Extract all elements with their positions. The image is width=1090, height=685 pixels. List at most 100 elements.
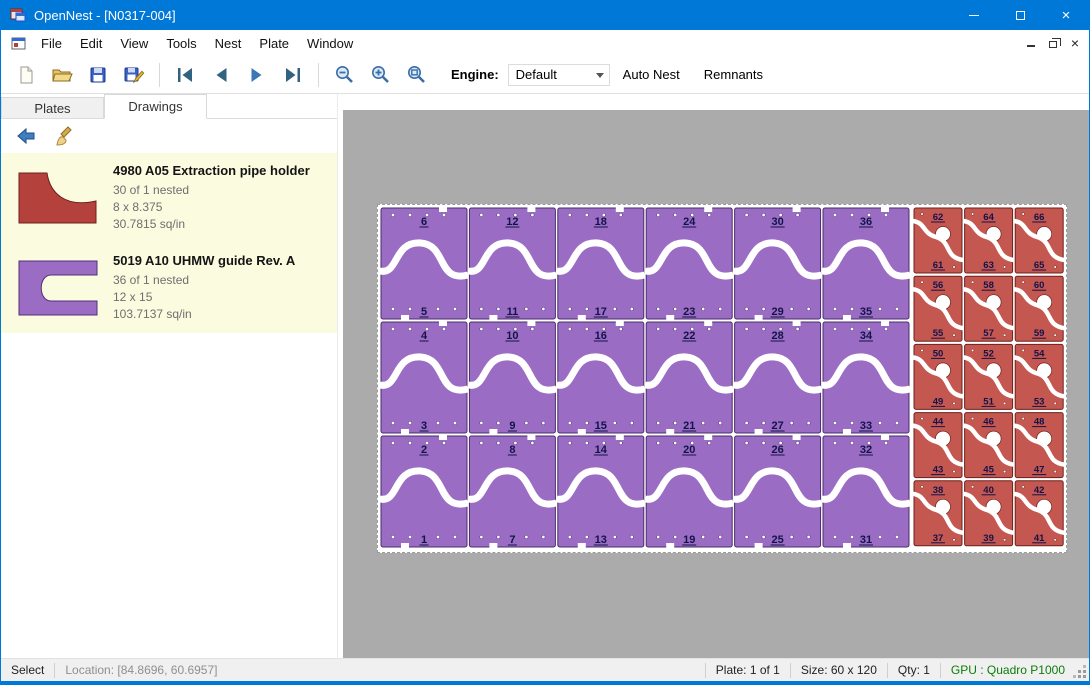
- menu-item-edit[interactable]: Edit: [71, 32, 111, 55]
- part-nested-count: 36 of 1 nested: [113, 272, 295, 289]
- part-title: 4980 A05 Extraction pipe holder: [113, 163, 310, 179]
- blue-arrow-left-icon: [15, 126, 37, 146]
- titlebar: OpenNest - [N0317-004] ×: [1, 0, 1089, 30]
- maximize-button[interactable]: [997, 0, 1043, 30]
- status-location: Location: [84.8696, 60.6957]: [55, 659, 227, 681]
- svg-text:26: 26: [771, 444, 783, 456]
- svg-text:3: 3: [421, 420, 427, 432]
- remnants-button[interactable]: Remnants: [693, 62, 774, 88]
- part-thumbnail: [13, 163, 105, 233]
- open-button[interactable]: [45, 60, 79, 90]
- tab-drawings[interactable]: Drawings: [104, 94, 207, 119]
- svg-text:61: 61: [933, 260, 944, 271]
- zoom-out-button[interactable]: [327, 60, 361, 90]
- sidebar-toolbar: [1, 119, 337, 153]
- mdi-restore-button[interactable]: [1049, 39, 1057, 48]
- save-as-icon: [123, 65, 145, 85]
- minimize-button[interactable]: [951, 0, 997, 30]
- nest-svg[interactable]: 6512111817242330293635431091615222128273…: [378, 205, 1066, 552]
- mdi-minimize-button[interactable]: [1027, 39, 1035, 47]
- svg-text:42: 42: [1034, 485, 1045, 496]
- app-window: OpenNest - [N0317-004] × File Edit View …: [0, 0, 1090, 685]
- plate[interactable]: 6512111817242330293635431091615222128273…: [377, 204, 1067, 553]
- nav-prev-button[interactable]: [204, 60, 238, 90]
- svg-text:55: 55: [933, 328, 944, 339]
- document-window-icon[interactable]: [11, 36, 27, 51]
- menu-item-file[interactable]: File: [32, 32, 71, 55]
- status-gpu: GPU : Quadro P1000: [941, 659, 1075, 681]
- svg-text:12: 12: [506, 216, 518, 228]
- clean-button[interactable]: [49, 122, 79, 150]
- menu-item-plate[interactable]: Plate: [250, 32, 298, 55]
- engine-selected-value: Default: [516, 67, 557, 82]
- mdi-minimize-icon: [1027, 45, 1035, 47]
- part-area: 103.7137 sq/in: [113, 306, 295, 323]
- svg-text:20: 20: [683, 444, 695, 456]
- menu-item-window[interactable]: Window: [298, 32, 362, 55]
- toolbar: Engine: Default Auto Nest Remnants: [1, 56, 1089, 94]
- nav-first-button[interactable]: [168, 60, 202, 90]
- svg-text:36: 36: [860, 216, 872, 228]
- nest-canvas[interactable]: 6512111817242330293635431091615222128273…: [343, 94, 1089, 658]
- svg-text:35: 35: [860, 306, 872, 318]
- status-plate: Plate: 1 of 1: [706, 659, 790, 681]
- send-back-button[interactable]: [11, 122, 41, 150]
- save-button[interactable]: [81, 60, 115, 90]
- first-arrow-icon: [175, 65, 195, 85]
- window-bottom-border: [1, 681, 1089, 685]
- svg-text:48: 48: [1034, 417, 1045, 428]
- svg-text:41: 41: [1034, 533, 1045, 544]
- menu-item-nest[interactable]: Nest: [206, 32, 251, 55]
- zoom-in-button[interactable]: [363, 60, 397, 90]
- svg-text:8: 8: [509, 444, 515, 456]
- svg-text:29: 29: [771, 306, 783, 318]
- mdi-close-button[interactable]: ×: [1071, 36, 1079, 50]
- svg-text:16: 16: [595, 330, 607, 342]
- app-icon: [10, 7, 26, 23]
- svg-text:50: 50: [933, 348, 944, 359]
- status-size: Size: 60 x 120: [791, 659, 887, 681]
- svg-text:6: 6: [421, 216, 427, 228]
- last-arrow-icon: [283, 65, 303, 85]
- svg-text:23: 23: [683, 306, 695, 318]
- svg-text:2: 2: [421, 444, 427, 456]
- svg-text:10: 10: [506, 330, 518, 342]
- svg-text:15: 15: [595, 420, 607, 432]
- engine-select[interactable]: Default: [508, 64, 610, 86]
- svg-text:65: 65: [1034, 260, 1045, 271]
- open-folder-icon: [51, 65, 73, 85]
- svg-text:32: 32: [860, 444, 872, 456]
- auto-nest-button[interactable]: Auto Nest: [612, 62, 691, 88]
- svg-text:56: 56: [933, 280, 944, 291]
- svg-text:34: 34: [860, 330, 873, 342]
- part-item[interactable]: 5019 A10 UHMW guide Rev. A 36 of 1 neste…: [1, 243, 337, 333]
- new-button[interactable]: [9, 60, 43, 90]
- zoom-fit-button[interactable]: [399, 60, 433, 90]
- parts-list: 4980 A05 Extraction pipe holder 30 of 1 …: [1, 153, 337, 333]
- menu-item-view[interactable]: View: [111, 32, 157, 55]
- part-item[interactable]: 4980 A05 Extraction pipe holder 30 of 1 …: [1, 153, 337, 243]
- svg-text:38: 38: [933, 485, 944, 496]
- save-as-button[interactable]: [117, 60, 151, 90]
- part-nested-count: 30 of 1 nested: [113, 182, 310, 199]
- tab-plates[interactable]: Plates: [1, 97, 104, 118]
- svg-text:7: 7: [509, 534, 515, 546]
- zoom-out-icon: [334, 64, 355, 85]
- nav-last-button[interactable]: [276, 60, 310, 90]
- svg-text:58: 58: [983, 280, 994, 291]
- broom-icon: [53, 125, 75, 147]
- resize-grip[interactable]: [1083, 675, 1086, 678]
- part-size: 8 x 8.375: [113, 199, 310, 216]
- new-file-icon: [16, 65, 36, 85]
- svg-text:64: 64: [983, 212, 994, 223]
- svg-text:30: 30: [771, 216, 783, 228]
- canvas-top-margin: [343, 94, 1089, 110]
- menu-item-tools[interactable]: Tools: [157, 32, 205, 55]
- zoom-fit-icon: [406, 64, 427, 85]
- svg-text:53: 53: [1034, 396, 1045, 407]
- close-button[interactable]: ×: [1043, 0, 1089, 30]
- status-qty: Qty: 1: [888, 659, 940, 681]
- svg-text:33: 33: [860, 420, 872, 432]
- nav-next-button[interactable]: [240, 60, 274, 90]
- save-icon: [88, 65, 108, 85]
